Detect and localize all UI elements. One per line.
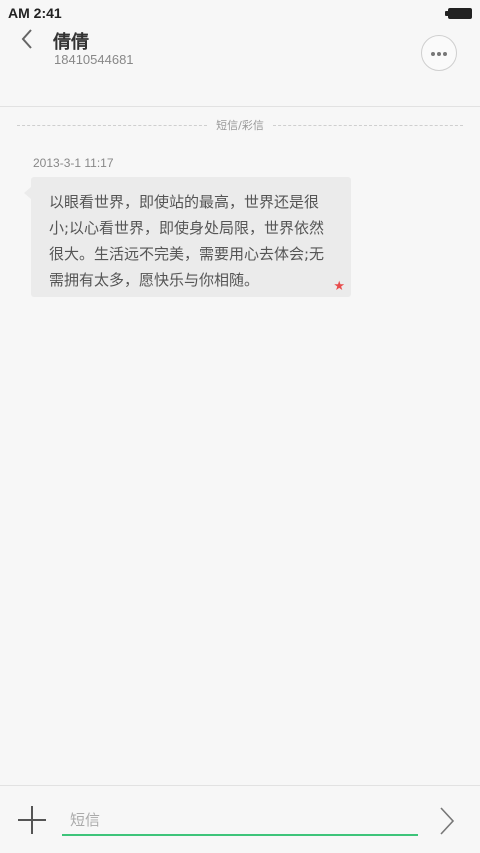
more-options-button[interactable] <box>421 35 457 71</box>
conversation-header: 倩倩 18410544681 <box>0 28 480 107</box>
send-button[interactable] <box>438 806 460 836</box>
message-bubble[interactable]: 以眼看世界，即使站的最高，世界还是很小;以心看世界，即使身处局限，世界依然很大。… <box>24 177 351 297</box>
back-button[interactable] <box>12 28 48 52</box>
chevron-right-icon <box>440 807 455 835</box>
message-type-divider: 短信/彩信 <box>17 117 463 133</box>
divider-line-right <box>273 125 463 126</box>
sms-conversation-screen: AM 2:41 倩倩 18410544681 短信/彩信 2013-3-1 11… <box>0 0 480 853</box>
message-input[interactable] <box>62 806 418 836</box>
contact-phone-number: 18410544681 <box>54 52 134 67</box>
contact-name: 倩倩 <box>53 32 89 52</box>
message-text: 以眼看世界，即使站的最高，世界还是很小;以心看世界，即使身处局限，世界依然很大。… <box>49 193 325 289</box>
battery-icon <box>445 8 472 19</box>
status-bar: AM 2:41 <box>0 0 480 28</box>
add-attachment-button[interactable] <box>18 806 46 834</box>
composer-bar <box>0 785 480 853</box>
message-timestamp: 2013-3-1 11:17 <box>33 156 114 170</box>
star-icon: ★ <box>333 279 345 294</box>
status-time: AM 2:41 <box>8 5 62 21</box>
chevron-left-icon <box>21 29 32 49</box>
